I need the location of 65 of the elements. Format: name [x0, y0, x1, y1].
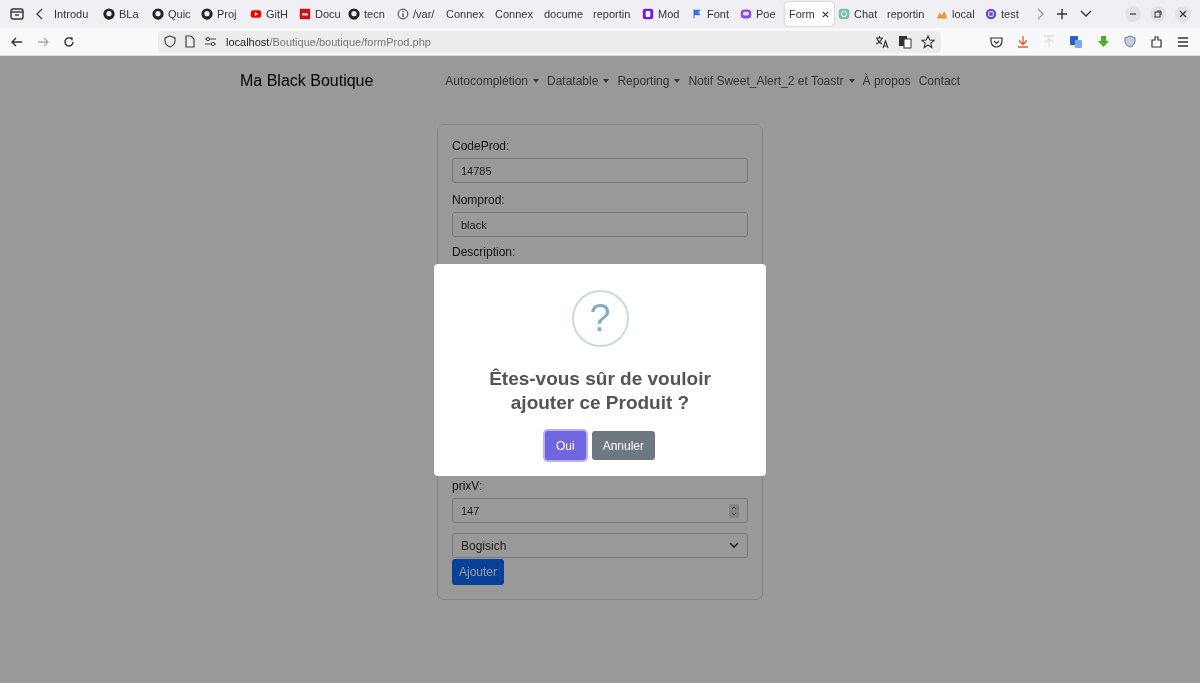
field-label: Nomprod:	[452, 193, 505, 207]
permissions-icon[interactable]	[204, 36, 217, 47]
cat-logo-icon	[103, 8, 115, 20]
cat-logo-icon	[201, 8, 213, 20]
ring-logo-icon	[838, 8, 850, 20]
browser-tab[interactable]: BLa	[99, 2, 148, 26]
play-icon	[250, 8, 262, 20]
browser-tab[interactable]: GitH	[246, 2, 295, 26]
chat-bubble-icon	[740, 8, 752, 20]
input-field[interactable]: black	[452, 212, 748, 237]
cat-logo-icon	[152, 8, 164, 20]
address-bar[interactable]: localhost/Boutique/boutique/formProd.php	[158, 30, 941, 53]
nav-link[interactable]: Datatable	[547, 74, 610, 88]
browser-tab[interactable]: Poe	[736, 2, 785, 26]
nav-link[interactable]: Autocomplétion	[445, 74, 539, 88]
shield-icon	[164, 35, 176, 48]
browser-tab[interactable]: Font	[687, 2, 736, 26]
star-icon[interactable]	[921, 34, 935, 49]
browser-tab[interactable]: Mod	[638, 2, 687, 26]
browser-tab[interactable]: /var/	[393, 2, 442, 26]
browser-tab[interactable]: Connex	[491, 2, 540, 26]
nav-link[interactable]: À propos	[862, 74, 911, 88]
page-icon	[185, 35, 195, 48]
input-field[interactable]: 14785	[452, 158, 748, 183]
nav-link[interactable]: Contact	[918, 74, 960, 88]
spinner-icon[interactable]	[729, 503, 739, 518]
browser-tab[interactable]: Form	[785, 2, 834, 26]
browser-tab[interactable]: Quic	[148, 2, 197, 26]
field-label: prixV:	[452, 479, 483, 493]
flag-icon	[691, 8, 703, 20]
select-field[interactable]: Bogisich	[452, 533, 748, 558]
browser-tab[interactable]: Proj	[197, 2, 246, 26]
browser-tab[interactable]: docume	[540, 2, 589, 26]
browser-tab[interactable]: Connex	[442, 2, 491, 26]
translate-page-icon[interactable]	[898, 34, 912, 49]
browser-tab[interactable]: reportin	[883, 2, 932, 26]
field-label: Description:	[452, 245, 516, 259]
close-icon[interactable]	[821, 9, 830, 19]
browser-tab[interactable]: test	[981, 2, 1030, 26]
field-label: CodeProd:	[452, 139, 510, 153]
browser-tab[interactable]: Docu	[295, 2, 344, 26]
dialog-title: Êtes-vous sûr de vouloir ajouter ce Produit ?	[488, 367, 712, 415]
browser-tab[interactable]: local	[932, 2, 981, 26]
browser-tab[interactable]: Introdu	[50, 2, 99, 26]
document-icon	[299, 8, 311, 20]
circle-logo-icon	[985, 8, 997, 20]
cat-logo-icon	[348, 8, 360, 20]
translate-icon[interactable]	[875, 34, 889, 49]
url-text: localhost/Boutique/boutique/formProd.php	[226, 35, 431, 48]
info-icon	[397, 8, 409, 20]
minimize-icon[interactable]	[1125, 6, 1141, 22]
browser-tab[interactable]: tecn	[344, 2, 393, 26]
close-icon[interactable]	[1175, 6, 1191, 22]
restore-icon[interactable]	[1150, 6, 1166, 22]
browser-tab[interactable]: reportin	[589, 2, 638, 26]
nav-link[interactable]: Reporting	[617, 74, 681, 88]
cancel-button[interactable]: Annuler	[591, 431, 656, 460]
number-field[interactable]: 147	[452, 498, 748, 523]
site-brand[interactable]: Ma Black Boutique	[240, 72, 374, 90]
browser-tab[interactable]: Chat	[834, 2, 883, 26]
nav-link[interactable]: Notif Sweet_Alert_2 et Toastr	[688, 74, 855, 88]
chevron-down-icon	[729, 542, 739, 549]
confirm-button[interactable]: Oui	[544, 431, 586, 460]
question-icon: ?	[571, 290, 629, 347]
square-logo-icon	[642, 8, 654, 20]
